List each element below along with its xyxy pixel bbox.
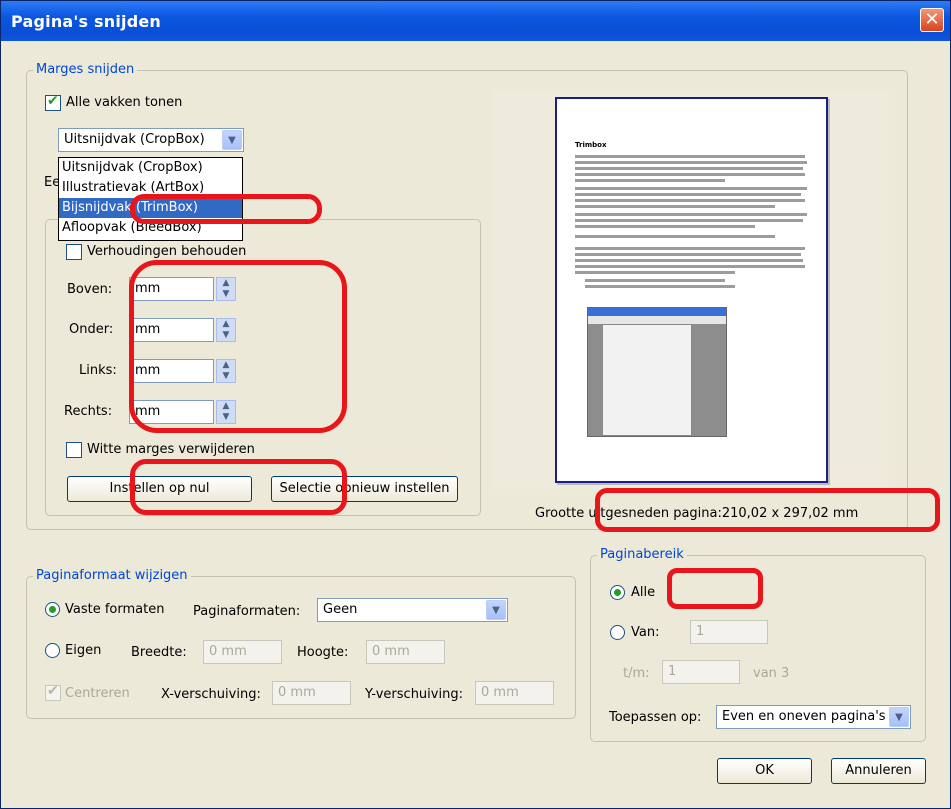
keep-ratio-label: Verhoudingen behouden: [87, 244, 247, 259]
width-label: Breedte:: [131, 645, 187, 660]
margins-legend: Marges snijden: [33, 62, 138, 77]
keep-ratio-checkbox[interactable]: [66, 244, 82, 260]
formats-label: Paginaformaten:: [193, 604, 301, 619]
preview-page: Trimbox: [555, 97, 828, 483]
page-range-legend: Paginabereik: [597, 547, 687, 562]
chevron-down-icon[interactable]: ▼: [486, 600, 506, 620]
dialog-title: Pagina's snijden: [11, 12, 161, 31]
formats-select[interactable]: Geen ▼: [317, 598, 508, 622]
crop-pages-dialog: Pagina's snijden ✕ Marges snijden Alle v…: [0, 0, 951, 809]
remove-white-label: Witte marges verwijderen: [87, 442, 255, 457]
close-button[interactable]: ✕: [920, 8, 944, 32]
to-label: t/m:: [623, 666, 650, 681]
from-label: Van:: [631, 625, 660, 640]
fixed-formats-radio[interactable]: [45, 602, 60, 617]
all-pages-label: Alle: [631, 585, 656, 600]
right-label: Rechts:: [64, 404, 113, 419]
cancel-button[interactable]: Annuleren: [831, 758, 926, 784]
from-input[interactable]: 1: [690, 620, 768, 644]
apply-to-label: Toepassen op:: [609, 710, 702, 725]
yoffset-label: Y-verschuiving:: [365, 687, 463, 702]
highlight-margin-fields: [129, 260, 347, 433]
yoffset-input[interactable]: 0 mm: [475, 681, 554, 705]
custom-size-radio[interactable]: [45, 643, 60, 658]
custom-size-label: Eigen: [65, 643, 102, 658]
highlight-size-label: [595, 488, 940, 532]
box-type-value: Uitsnijdvak (CropBox): [64, 132, 205, 147]
fixed-formats-label: Vaste formaten: [65, 602, 165, 617]
page-preview: Trimbox: [493, 91, 889, 489]
apply-to-value: Even en oneven pagina's: [722, 709, 886, 724]
from-radio[interactable]: [610, 625, 625, 640]
all-pages-radio[interactable]: [610, 585, 625, 600]
ok-button[interactable]: OK: [717, 758, 812, 784]
chevron-down-icon[interactable]: ▼: [889, 707, 909, 727]
top-label: Boven:: [67, 282, 113, 297]
box-type-select[interactable]: Uitsnijdvak (CropBox) ▼: [58, 128, 244, 152]
page-count-label: van 3: [753, 666, 790, 681]
remove-white-checkbox[interactable]: [66, 442, 82, 458]
highlight-trimbox: [130, 194, 322, 224]
apply-to-select[interactable]: Even en oneven pagina's ▼: [716, 705, 911, 729]
center-checkbox[interactable]: [45, 683, 61, 701]
left-label: Links:: [79, 363, 117, 378]
show-all-checkbox[interactable]: [45, 93, 61, 111]
center-label: Centreren: [65, 686, 130, 701]
preview-heading: Trimbox: [575, 141, 607, 149]
page-size-legend: Paginaformaat wijzigen: [33, 568, 191, 583]
preview-screenshot: [587, 307, 727, 437]
highlight-reset-button: [130, 459, 347, 515]
chevron-down-icon[interactable]: ▼: [222, 130, 242, 150]
formats-value: Geen: [323, 602, 358, 617]
height-input[interactable]: 0 mm: [366, 640, 445, 664]
title-bar[interactable]: Pagina's snijden ✕: [1, 1, 950, 41]
to-input[interactable]: 1: [662, 660, 740, 684]
xoffset-label: X-verschuiving:: [161, 687, 261, 702]
highlight-all-pages: [667, 568, 763, 609]
dropdown-option-cropbox[interactable]: Uitsnijdvak (CropBox): [59, 158, 242, 178]
xoffset-input[interactable]: 0 mm: [272, 681, 351, 705]
height-label: Hoogte:: [297, 645, 349, 660]
bottom-label: Onder:: [69, 322, 114, 337]
show-all-label: Alle vakken tonen: [66, 95, 183, 110]
width-input[interactable]: 0 mm: [203, 640, 282, 664]
